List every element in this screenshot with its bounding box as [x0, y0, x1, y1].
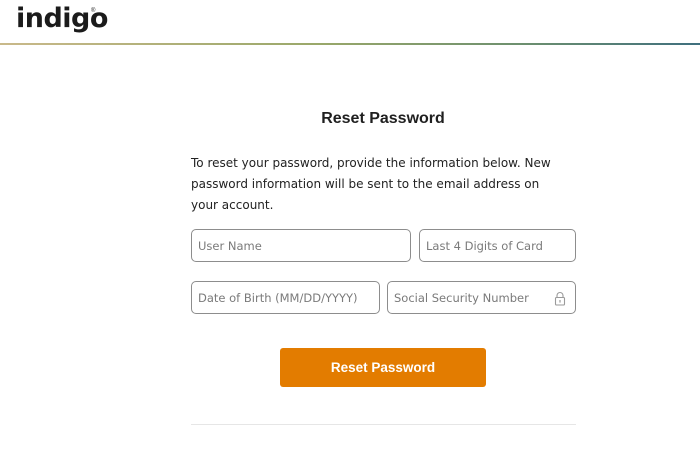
username-input[interactable] — [192, 230, 410, 261]
ssn-input[interactable] — [388, 282, 575, 313]
footer-divider — [191, 424, 576, 425]
instructions-text: To reset your password, provide the info… — [191, 156, 551, 212]
username-field-wrapper — [191, 229, 411, 262]
page-title: Reset Password — [321, 110, 445, 127]
header-divider — [0, 43, 700, 45]
dob-field-wrapper — [191, 281, 380, 314]
lock-icon — [554, 292, 566, 306]
date-of-birth-input[interactable] — [192, 282, 379, 313]
card-last4-input[interactable] — [420, 230, 575, 261]
card-digits-field-wrapper — [419, 229, 576, 262]
site-header: indigo ® — [0, 0, 700, 45]
reset-password-button[interactable]: Reset Password — [280, 348, 486, 387]
registered-mark: ® — [91, 8, 96, 14]
ssn-field-wrapper — [387, 281, 576, 314]
